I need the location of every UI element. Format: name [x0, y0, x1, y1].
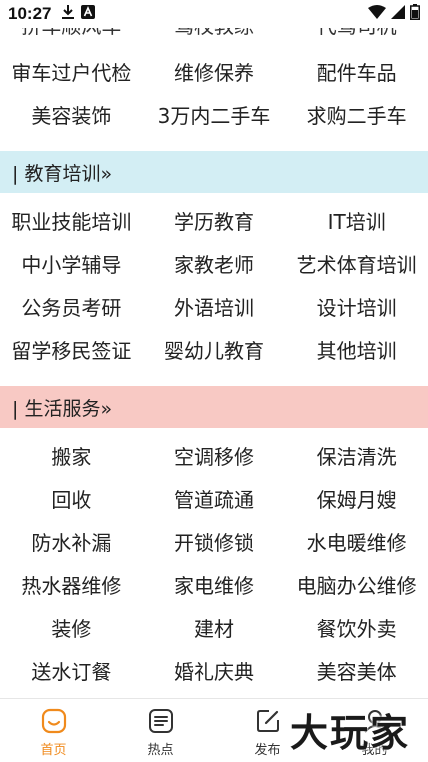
category-link[interactable]: 餐饮外卖 — [285, 613, 428, 642]
category-link[interactable]: 防水补漏 — [0, 527, 143, 556]
edit-icon — [254, 707, 282, 735]
category-link[interactable]: 留学移民签证 — [0, 335, 143, 364]
tab-hot-label: 热点 — [147, 743, 174, 758]
download-icon — [61, 4, 75, 25]
category-link[interactable]: 空调移修 — [143, 441, 286, 470]
category-row: 审车过户代检 维修保养 配件车品 — [0, 50, 428, 93]
category-link[interactable]: 开锁修锁 — [143, 527, 286, 556]
category-link[interactable]: IT培训 — [285, 206, 428, 235]
category-link[interactable]: 配件车品 — [285, 57, 428, 86]
category-link[interactable]: 美容美体 — [285, 656, 428, 685]
category-link[interactable]: 水电暖维修 — [285, 527, 428, 556]
category-link[interactable]: 美容装饰 — [0, 100, 143, 129]
category-row: 留学移民签证 婴幼儿教育 其他培训 — [0, 328, 428, 371]
battery-icon — [410, 3, 420, 25]
section-header-life-services[interactable]: | 生活服务» — [0, 386, 428, 428]
category-link[interactable]: 装修 — [0, 613, 143, 642]
news-icon — [147, 707, 175, 735]
home-icon — [40, 707, 68, 735]
category-link[interactable]: 管道疏通 — [143, 484, 286, 513]
category-link[interactable]: 3万内二手车 — [143, 100, 286, 129]
status-bar: 10:27 — [0, 0, 428, 28]
category-link[interactable]: 电脑办公维修 — [285, 570, 428, 599]
tab-home[interactable]: 首页 — [0, 699, 107, 762]
category-row: 美容装饰 3万内二手车 求购二手车 — [0, 93, 428, 136]
category-link[interactable]: 婴幼儿教育 — [143, 335, 286, 364]
category-link[interactable]: 搬家 — [0, 441, 143, 470]
category-link[interactable]: 保洁清洗 — [285, 441, 428, 470]
category-link[interactable]: 代驾司机 — [285, 28, 428, 39]
wifi-icon — [368, 4, 386, 24]
category-row: 装修 建材 餐饮外卖 — [0, 606, 428, 649]
category-row: 中小学辅导 家教老师 艺术体育培训 — [0, 242, 428, 285]
category-link[interactable]: 家教老师 — [143, 249, 286, 278]
category-row: 拼车顺风车 驾校教练 代驾司机 — [0, 28, 428, 50]
category-row: 职业技能培训 学历教育 IT培训 — [0, 199, 428, 242]
category-link[interactable]: 公务员考研 — [0, 292, 143, 321]
category-link[interactable]: 送水订餐 — [0, 656, 143, 685]
category-row: 热水器维修 家电维修 电脑办公维修 — [0, 563, 428, 606]
category-link[interactable]: 拼车顺风车 — [0, 28, 143, 39]
category-link[interactable]: 回收 — [0, 484, 143, 513]
category-row: 防水补漏 开锁修锁 水电暖维修 — [0, 520, 428, 563]
tab-hot[interactable]: 热点 — [107, 699, 214, 762]
category-link[interactable]: 审车过户代检 — [0, 57, 143, 86]
category-row: 公务员考研 外语培训 设计培训 — [0, 285, 428, 328]
category-link[interactable]: 驾校教练 — [143, 28, 286, 39]
category-link[interactable]: 求购二手车 — [285, 100, 428, 129]
category-link[interactable]: 外语培训 — [143, 292, 286, 321]
category-row: 回收 管道疏通 保姆月嫂 — [0, 477, 428, 520]
category-row: 搬家 空调移修 保洁清洗 — [0, 434, 428, 477]
signal-icon — [391, 4, 405, 24]
category-link[interactable]: 学历教育 — [143, 206, 286, 235]
category-link[interactable]: 保姆月嫂 — [285, 484, 428, 513]
category-link[interactable]: 艺术体育培训 — [285, 249, 428, 278]
category-link[interactable]: 职业技能培训 — [0, 206, 143, 235]
category-link[interactable]: 中小学辅导 — [0, 249, 143, 278]
app-notification-icon — [81, 4, 96, 24]
category-list[interactable]: 拼车顺风车 驾校教练 代驾司机 审车过户代检 维修保养 配件车品 美容装饰 3万… — [0, 28, 428, 698]
tab-publish-label: 发布 — [254, 743, 281, 758]
category-link[interactable]: 婚礼庆典 — [143, 656, 286, 685]
category-link[interactable]: 维修保养 — [143, 57, 286, 86]
tab-home-label: 首页 — [40, 743, 67, 758]
category-link[interactable]: 其他培训 — [285, 335, 428, 364]
category-link[interactable]: 热水器维修 — [0, 570, 143, 599]
status-time: 10:27 — [8, 4, 52, 23]
category-row: 送水订餐 婚礼庆典 美容美体 — [0, 649, 428, 692]
watermark-logo: 大玩家 — [290, 711, 411, 755]
category-link[interactable]: 设计培训 — [285, 292, 428, 321]
category-link[interactable]: 建材 — [143, 613, 286, 642]
section-header-education[interactable]: | 教育培训» — [0, 151, 428, 193]
category-link[interactable]: 家电维修 — [143, 570, 286, 599]
